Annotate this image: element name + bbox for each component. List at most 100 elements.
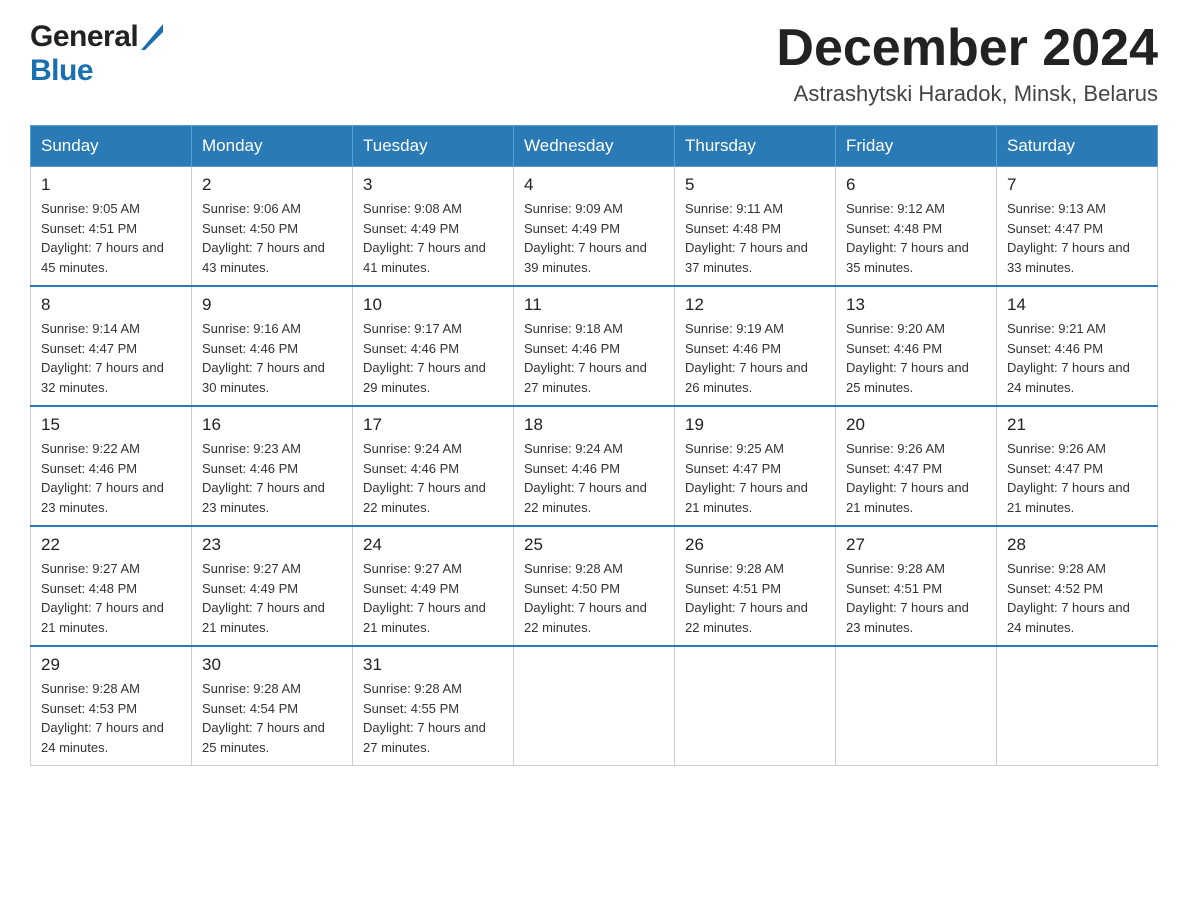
day-info: Sunrise: 9:24 AMSunset: 4:46 PMDaylight:… [524,439,664,517]
day-info: Sunrise: 9:21 AMSunset: 4:46 PMDaylight:… [1007,319,1147,397]
calendar-cell: 27 Sunrise: 9:28 AMSunset: 4:51 PMDayligh… [836,526,997,646]
calendar-cell: 2Sunrise: 9:06 AMSunset: 4:50 PMDaylight… [192,167,353,287]
calendar-cell: 22Sunrise: 9:27 AMSunset: 4:48 PMDayligh… [31,526,192,646]
day-number: 14 [1007,295,1147,315]
day-number: 7 [1007,175,1147,195]
day-info: Sunrise: 9:22 AMSunset: 4:46 PMDaylight:… [41,439,181,517]
day-number: 27 [846,535,986,555]
calendar-cell [514,646,675,766]
week-row-4: 22Sunrise: 9:27 AMSunset: 4:48 PMDayligh… [31,526,1158,646]
day-number: 31 [363,655,503,675]
weekday-header-monday: Monday [192,126,353,167]
day-info: Sunrise: 9:08 AMSunset: 4:49 PMDaylight:… [363,199,503,277]
calendar-cell: 9 Sunrise: 9:16 AMSunset: 4:46 PMDaylight… [192,286,353,406]
day-info: Sunrise: 9:26 AMSunset: 4:47 PMDaylight:… [1007,439,1147,517]
calendar-cell [836,646,997,766]
day-info: Sunrise: 9:13 AMSunset: 4:47 PMDaylight:… [1007,199,1147,277]
day-number: 22 [41,535,181,555]
day-info: Sunrise: 9:27 AMSunset: 4:49 PMDaylight:… [363,559,503,637]
calendar-cell: 8 Sunrise: 9:14 AMSunset: 4:47 PMDaylight… [31,286,192,406]
calendar-table: SundayMondayTuesdayWednesdayThursdayFrid… [30,125,1158,766]
calendar-cell: 20 Sunrise: 9:26 AMSunset: 4:47 PMDayligh… [836,406,997,526]
calendar-cell: 13Sunrise: 9:20 AMSunset: 4:46 PMDayligh… [836,286,997,406]
logo-blue-text: Blue [30,54,93,88]
day-info: Sunrise: 9:28 AMSunset: 4:53 PMDaylight:… [41,679,181,757]
day-info: Sunrise: 9:28 AMSunset: 4:55 PMDaylight:… [363,679,503,757]
day-number: 29 [41,655,181,675]
day-info: Sunrise: 9:28 AMSunset: 4:52 PMDaylight:… [1007,559,1147,637]
day-info: Sunrise: 9:23 AMSunset: 4:46 PMDaylight:… [202,439,342,517]
calendar-cell: 4Sunrise: 9:09 AMSunset: 4:49 PMDaylight… [514,167,675,287]
day-info: Sunrise: 9:28 AMSunset: 4:51 PMDaylight:… [685,559,825,637]
day-number: 8 [41,295,181,315]
calendar-cell: 5 Sunrise: 9:11 AMSunset: 4:48 PMDaylight… [675,167,836,287]
calendar-cell: 21 Sunrise: 9:26 AMSunset: 4:47 PMDayligh… [997,406,1158,526]
day-number: 9 [202,295,342,315]
calendar-cell: 7 Sunrise: 9:13 AMSunset: 4:47 PMDaylight… [997,167,1158,287]
weekday-header-thursday: Thursday [675,126,836,167]
week-row-3: 15 Sunrise: 9:22 AMSunset: 4:46 PMDayligh… [31,406,1158,526]
logo-triangle-icon [141,24,163,55]
day-number: 24 [363,535,503,555]
calendar-cell: 15 Sunrise: 9:22 AMSunset: 4:46 PMDayligh… [31,406,192,526]
calendar-cell [997,646,1158,766]
day-number: 21 [1007,415,1147,435]
day-info: Sunrise: 9:11 AMSunset: 4:48 PMDaylight:… [685,199,825,277]
calendar-cell: 6 Sunrise: 9:12 AMSunset: 4:48 PMDaylight… [836,167,997,287]
day-info: Sunrise: 9:17 AMSunset: 4:46 PMDaylight:… [363,319,503,397]
calendar-cell: 11Sunrise: 9:18 AMSunset: 4:46 PMDayligh… [514,286,675,406]
day-number: 10 [363,295,503,315]
day-info: Sunrise: 9:28 AMSunset: 4:51 PMDaylight:… [846,559,986,637]
day-info: Sunrise: 9:28 AMSunset: 4:54 PMDaylight:… [202,679,342,757]
day-number: 20 [846,415,986,435]
day-number: 18 [524,415,664,435]
day-number: 16 [202,415,342,435]
day-info: Sunrise: 9:27 AMSunset: 4:49 PMDaylight:… [202,559,342,637]
day-info: Sunrise: 9:18 AMSunset: 4:46 PMDaylight:… [524,319,664,397]
week-row-1: 1 Sunrise: 9:05 AMSunset: 4:51 PMDaylight… [31,167,1158,287]
day-number: 28 [1007,535,1147,555]
page-header: General Blue December 2024 Astrashytski … [30,20,1158,107]
day-number: 5 [685,175,825,195]
day-info: Sunrise: 9:05 AMSunset: 4:51 PMDaylight:… [41,199,181,277]
calendar-cell: 30 Sunrise: 9:28 AMSunset: 4:54 PMDayligh… [192,646,353,766]
weekday-header-friday: Friday [836,126,997,167]
day-number: 30 [202,655,342,675]
week-row-5: 29 Sunrise: 9:28 AMSunset: 4:53 PMDayligh… [31,646,1158,766]
day-info: Sunrise: 9:24 AMSunset: 4:46 PMDaylight:… [363,439,503,517]
day-number: 26 [685,535,825,555]
day-number: 1 [41,175,181,195]
calendar-cell: 10 Sunrise: 9:17 AMSunset: 4:46 PMDayligh… [353,286,514,406]
calendar-cell: 16 Sunrise: 9:23 AMSunset: 4:46 PMDayligh… [192,406,353,526]
day-number: 23 [202,535,342,555]
day-number: 17 [363,415,503,435]
day-number: 19 [685,415,825,435]
calendar-cell: 14 Sunrise: 9:21 AMSunset: 4:46 PMDayligh… [997,286,1158,406]
day-info: Sunrise: 9:25 AMSunset: 4:47 PMDaylight:… [685,439,825,517]
day-number: 6 [846,175,986,195]
calendar-cell: 18 Sunrise: 9:24 AMSunset: 4:46 PMDayligh… [514,406,675,526]
weekday-header-tuesday: Tuesday [353,126,514,167]
location-text: Astrashytski Haradok, Minsk, Belarus [776,81,1158,107]
day-number: 15 [41,415,181,435]
calendar-cell: 28 Sunrise: 9:28 AMSunset: 4:52 PMDayligh… [997,526,1158,646]
weekday-header-row: SundayMondayTuesdayWednesdayThursdayFrid… [31,126,1158,167]
calendar-cell: 23 Sunrise: 9:27 AMSunset: 4:49 PMDayligh… [192,526,353,646]
day-number: 25 [524,535,664,555]
day-info: Sunrise: 9:26 AMSunset: 4:47 PMDaylight:… [846,439,986,517]
header-right: December 2024 Astrashytski Haradok, Mins… [776,20,1158,107]
day-number: 12 [685,295,825,315]
month-title: December 2024 [776,20,1158,77]
calendar-cell [675,646,836,766]
day-info: Sunrise: 9:16 AMSunset: 4:46 PMDaylight:… [202,319,342,397]
weekday-header-saturday: Saturday [997,126,1158,167]
day-info: Sunrise: 9:12 AMSunset: 4:48 PMDaylight:… [846,199,986,277]
day-info: Sunrise: 9:09 AMSunset: 4:49 PMDaylight:… [524,199,664,277]
day-number: 13 [846,295,986,315]
calendar-cell: 19 Sunrise: 9:25 AMSunset: 4:47 PMDayligh… [675,406,836,526]
logo: General Blue [30,20,163,88]
day-info: Sunrise: 9:14 AMSunset: 4:47 PMDaylight:… [41,319,181,397]
calendar-cell: 17 Sunrise: 9:24 AMSunset: 4:46 PMDayligh… [353,406,514,526]
day-info: Sunrise: 9:28 AMSunset: 4:50 PMDaylight:… [524,559,664,637]
calendar-cell: 24 Sunrise: 9:27 AMSunset: 4:49 PMDayligh… [353,526,514,646]
